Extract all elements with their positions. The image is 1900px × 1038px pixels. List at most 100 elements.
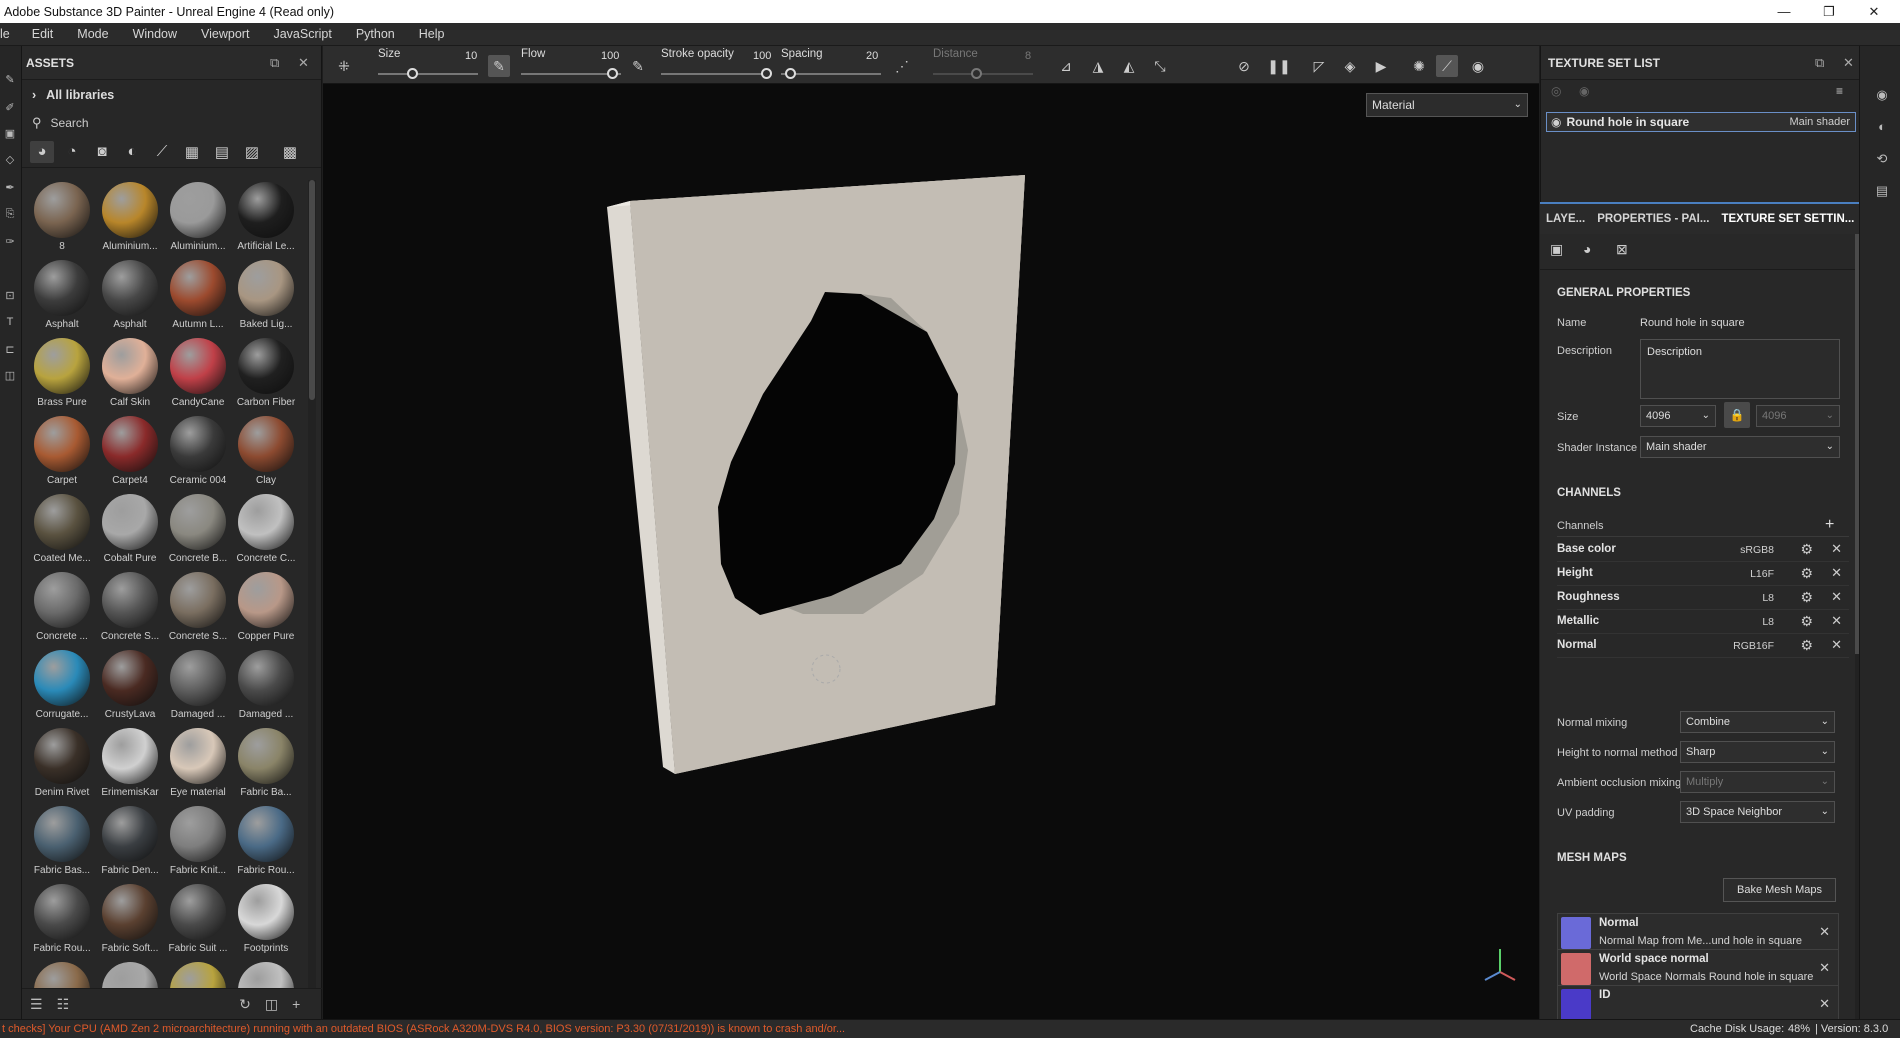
menu-window[interactable]: Window	[121, 27, 189, 41]
remove-mesh-map-icon[interactable]: ✕	[1819, 960, 1830, 976]
asset-tile[interactable]: Carbon Fiber	[232, 338, 300, 416]
asset-tile[interactable]: CandyCane	[164, 338, 232, 416]
brushes-filter-icon[interactable]: ⟋	[150, 141, 174, 163]
asset-tile[interactable]	[232, 962, 300, 988]
remove-channel-icon[interactable]: ✕	[1831, 637, 1842, 653]
asset-tile[interactable]: Aluminium...	[164, 182, 232, 260]
text-tool-icon[interactable]: T	[2, 314, 18, 330]
asset-tile[interactable]: Clay	[232, 416, 300, 494]
textures-filter-icon[interactable]: ▤	[210, 141, 234, 163]
remove-channel-icon[interactable]: ✕	[1831, 541, 1842, 557]
hide-all-icon[interactable]: ◎	[1551, 84, 1561, 98]
asset-tile[interactable]: Carpet	[28, 416, 96, 494]
import-icon[interactable]: ◫	[265, 996, 278, 1013]
search-input[interactable]: Search	[51, 116, 89, 130]
close-panel-icon[interactable]: ✕	[1843, 55, 1854, 71]
materials-filter-icon[interactable]: ◕	[30, 140, 54, 163]
asset-tile[interactable]: 8	[28, 182, 96, 260]
add-asset-icon[interactable]: +	[292, 996, 300, 1012]
smudge-tool-icon[interactable]: ✒	[2, 180, 18, 196]
model-render[interactable]	[323, 84, 1539, 1019]
mesh-map-row[interactable]: World space normal World Space Normals Ro…	[1557, 949, 1839, 989]
asset-tile[interactable]: Concrete B...	[164, 494, 232, 572]
description-field[interactable]: Description	[1640, 339, 1840, 399]
channel-row[interactable]: Roughness L8 ⚙ ✕	[1557, 586, 1849, 610]
asset-tile[interactable]: Autumn L...	[164, 260, 232, 338]
menu-mode[interactable]: Mode	[65, 27, 120, 41]
masks-filter-icon[interactable]: ◙	[90, 141, 114, 163]
asset-tile[interactable]: Fabric Rou...	[28, 884, 96, 962]
eraser-tool-icon[interactable]: ✐	[2, 100, 18, 116]
mesh-map-row[interactable]: Normal Normal Map from Me...und hole in s…	[1557, 913, 1839, 953]
shader-icon[interactable]: ◕	[1583, 241, 1591, 257]
cube-view-icon[interactable]: ◈	[1339, 55, 1361, 77]
material-mode-select[interactable]: Material ⌄	[1366, 93, 1528, 117]
asset-tile[interactable]: Aluminium...	[96, 182, 164, 260]
screenshot-icon[interactable]: ◉	[1467, 55, 1489, 77]
status-warning[interactable]: t checks] Your CPU (AMD Zen 2 microarchi…	[2, 1023, 845, 1035]
paint-mode-icon[interactable]: ⟋	[1436, 55, 1458, 77]
smart-materials-filter-icon[interactable]: ◔	[60, 141, 84, 163]
menu-edit[interactable]: Edit	[20, 27, 66, 41]
list-view-icon[interactable]: ☰	[30, 996, 43, 1013]
menu-viewport[interactable]: Viewport	[189, 27, 261, 41]
asset-tile[interactable]: Carpet4	[96, 416, 164, 494]
size-slider-handle[interactable]	[407, 68, 418, 79]
refresh-icon[interactable]: ↻	[239, 996, 251, 1013]
height-to-normal-select[interactable]: Sharp ⌄	[1680, 741, 1835, 763]
menu-javascript[interactable]: JavaScript	[261, 27, 343, 41]
uv-icon[interactable]: ⊠	[1616, 241, 1628, 258]
asset-tile[interactable]: Fabric Suit ...	[164, 884, 232, 962]
asset-tile[interactable]: Cobalt Pure	[96, 494, 164, 572]
asset-tile[interactable]: Ceramic 004	[164, 416, 232, 494]
asset-tile[interactable]: Brass Pure	[28, 338, 96, 416]
asset-tile[interactable]: Baked Lig...	[232, 260, 300, 338]
restore-button[interactable]: ❐	[1808, 0, 1850, 23]
alphas-filter-icon[interactable]: ▦	[180, 141, 204, 163]
channel-row[interactable]: Metallic L8 ⚙ ✕	[1557, 610, 1849, 634]
asset-search[interactable]: ⚲ Search	[22, 110, 321, 136]
flow-slider-handle[interactable]	[607, 68, 618, 79]
minimize-button[interactable]: —	[1763, 0, 1805, 23]
stroke-opacity-slider[interactable]	[661, 73, 771, 75]
spacing-slider[interactable]	[781, 73, 881, 75]
float-panel-icon[interactable]: ⧉	[1815, 55, 1824, 71]
camera-icon[interactable]: ▶	[1370, 55, 1392, 77]
angle-icon[interactable]: ⊿	[1055, 55, 1077, 77]
bake-mesh-maps-button[interactable]: Bake Mesh Maps	[1723, 878, 1836, 902]
bake-tool-icon[interactable]: ⊡	[2, 288, 18, 304]
filters-filter-icon[interactable]: ◐	[120, 141, 144, 163]
ao-mixing-select[interactable]: Multiply ⌄	[1680, 771, 1835, 793]
mirror-mode-icon[interactable]: ◭	[1118, 55, 1140, 77]
render-icon[interactable]: ✺	[1408, 55, 1430, 77]
shader-instance-select[interactable]: Main shader ⌄	[1640, 436, 1840, 458]
clone-tool-icon[interactable]: ⎘	[2, 206, 18, 222]
visibility-eye-icon[interactable]: ◉	[1551, 115, 1561, 129]
flow-slider[interactable]	[521, 73, 621, 75]
gear-icon[interactable]: ⚙	[1800, 613, 1813, 630]
asset-tile[interactable]: Damaged ...	[164, 650, 232, 728]
stroke-opacity-handle[interactable]	[761, 68, 772, 79]
list-detail-icon[interactable]: ☷	[57, 996, 70, 1013]
distance-slider[interactable]	[933, 73, 1033, 75]
display-settings-icon[interactable]: ◐	[1874, 119, 1890, 135]
remove-channel-icon[interactable]: ✕	[1831, 613, 1842, 629]
asset-tile[interactable]: Corrugate...	[28, 650, 96, 728]
tab-texture-set-settings[interactable]: TEXTURE SET SETTIN...	[1715, 213, 1860, 225]
menu-python[interactable]: Python	[344, 27, 407, 41]
asset-tile[interactable]	[164, 962, 232, 988]
mesh-map-row[interactable]: ID ✕	[1557, 985, 1839, 1019]
asset-tile[interactable]: CrustyLava	[96, 650, 164, 728]
scroll-thumb[interactable]	[309, 180, 315, 400]
pen-pressure-icon[interactable]: ✎	[488, 55, 510, 77]
symmetry-icon[interactable]: ⁜	[333, 55, 355, 77]
asset-tile[interactable]: Denim Rivet	[28, 728, 96, 806]
all-assets-grid-icon[interactable]: ▩	[278, 141, 302, 163]
transform-icon[interactable]: ⤡	[1149, 55, 1171, 77]
history-icon[interactable]: ⟲	[1874, 151, 1890, 167]
flow-pressure-icon[interactable]: ✎	[627, 55, 649, 77]
channel-format[interactable]: L8	[1762, 616, 1774, 628]
remove-mesh-map-icon[interactable]: ✕	[1819, 996, 1830, 1012]
asset-tile[interactable]: Fabric Knit...	[164, 806, 232, 884]
add-channel-button[interactable]: +	[1825, 516, 1834, 534]
